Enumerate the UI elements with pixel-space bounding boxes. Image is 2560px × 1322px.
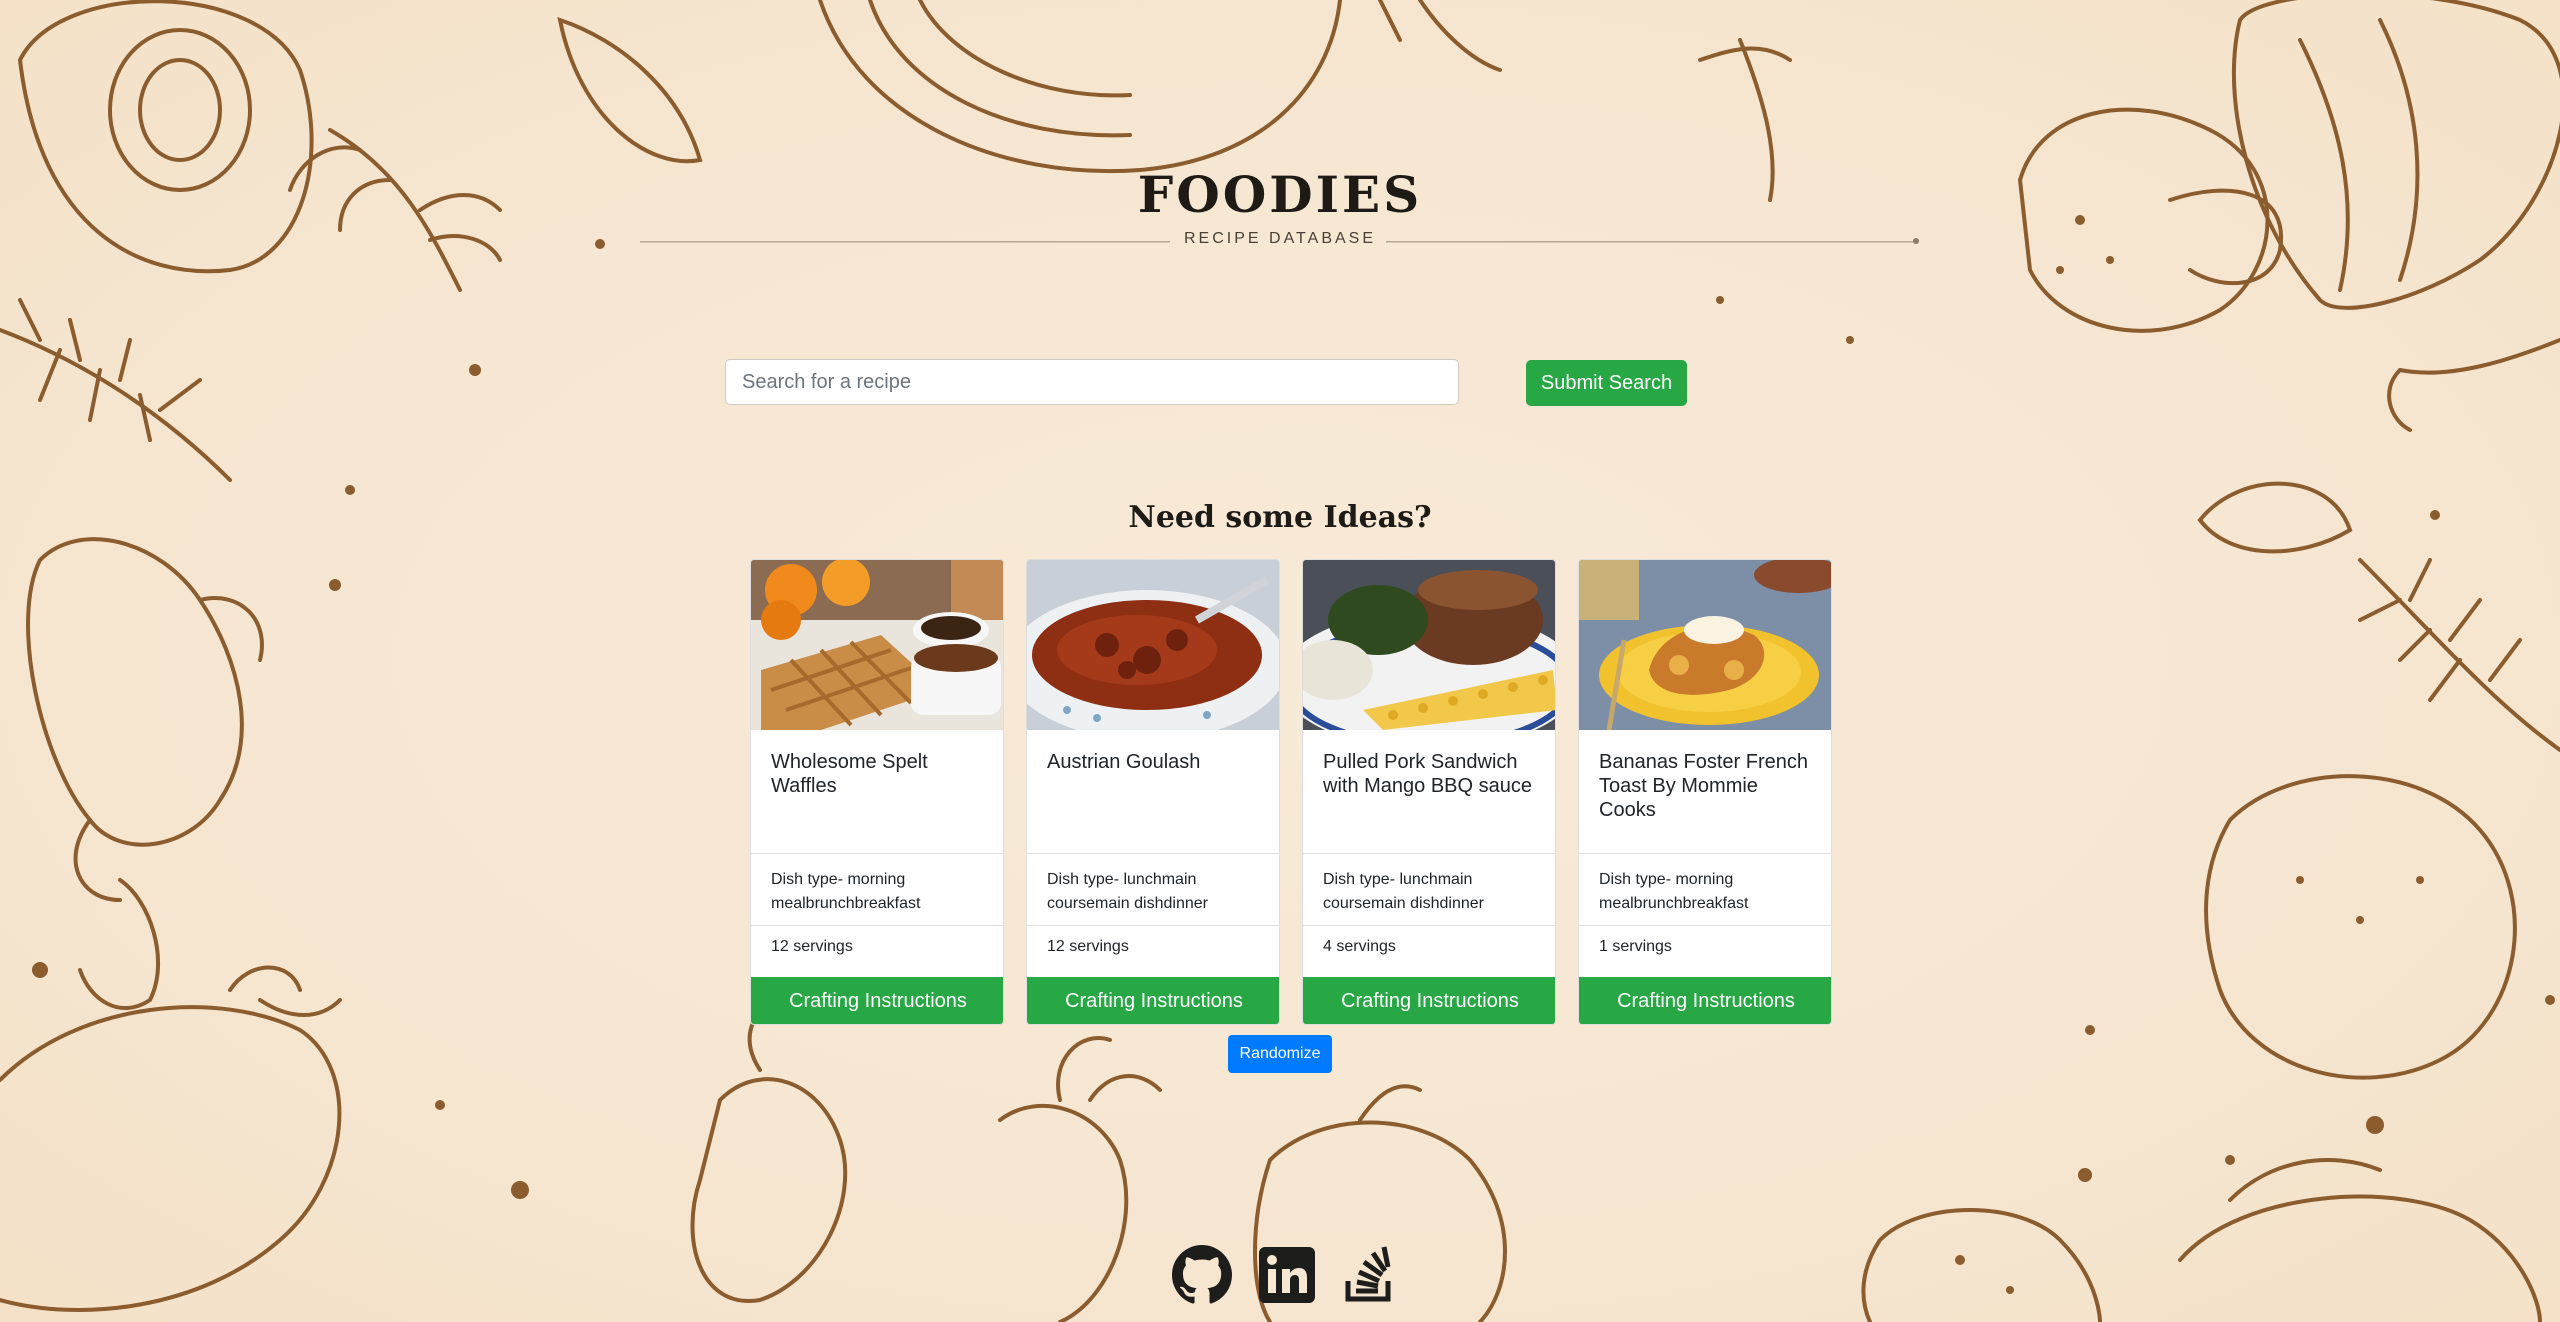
recipe-title: Pulled Pork Sandwich with Mango BBQ sauc… xyxy=(1323,751,1532,797)
crafting-instructions-button[interactable]: Crafting Instructions xyxy=(751,977,1003,1024)
recipe-dish-type: Dish type- morning mealbrunchbreakfast xyxy=(1579,853,1831,925)
recipe-card: Bananas Foster French Toast By Mommie Co… xyxy=(1578,559,1832,1025)
recipe-servings: 12 servings xyxy=(1027,925,1279,974)
recipe-card: Austrian Goulash Dish type- lunchmain co… xyxy=(1026,559,1280,1025)
recipe-card: Pulled Pork Sandwich with Mango BBQ sauc… xyxy=(1302,559,1556,1025)
recipe-title: Wholesome Spelt Waffles xyxy=(771,751,928,797)
recipe-title: Bananas Foster French Toast By Mommie Co… xyxy=(1599,751,1808,821)
site-title: FOODIES xyxy=(1137,165,1423,224)
github-icon[interactable] xyxy=(1172,1245,1232,1305)
recipe-image-pulled-pork[interactable] xyxy=(1303,560,1555,730)
crafting-instructions-button[interactable]: Crafting Instructions xyxy=(1027,977,1279,1024)
crafting-instructions-button[interactable]: Crafting Instructions xyxy=(1303,977,1555,1024)
recipe-title: Austrian Goulash xyxy=(1047,751,1201,773)
recipe-dish-type: Dish type- lunchmain coursemain dishdinn… xyxy=(1303,853,1555,925)
ideas-heading: Need some Ideas? xyxy=(1128,500,1432,535)
randomize-button[interactable]: Randomize xyxy=(1228,1035,1332,1073)
recipe-card: Wholesome Spelt Waffles Dish type- morni… xyxy=(750,559,1004,1025)
crafting-instructions-button[interactable]: Crafting Instructions xyxy=(1579,977,1831,1024)
submit-search-button[interactable]: Submit Search xyxy=(1526,360,1687,406)
recipe-dish-type: Dish type- morning mealbrunchbreakfast xyxy=(751,853,1003,925)
linkedin-icon[interactable] xyxy=(1257,1245,1317,1305)
site-header: FOODIES RECIPE DATABASE xyxy=(0,160,2560,247)
recipe-servings: 1 servings xyxy=(1579,925,1831,974)
recipe-image-waffles[interactable] xyxy=(751,560,1003,730)
recipe-dish-type: Dish type- lunchmain coursemain dishdinn… xyxy=(1027,853,1279,925)
recipe-image-french-toast[interactable] xyxy=(1579,560,1831,730)
search-input[interactable] xyxy=(725,359,1459,405)
site-subtitle: RECIPE DATABASE xyxy=(1184,230,1376,247)
recipe-image-goulash[interactable] xyxy=(1027,560,1279,730)
recipe-servings: 4 servings xyxy=(1303,925,1555,974)
stackoverflow-icon[interactable] xyxy=(1340,1245,1400,1305)
recipe-servings: 12 servings xyxy=(751,925,1003,974)
